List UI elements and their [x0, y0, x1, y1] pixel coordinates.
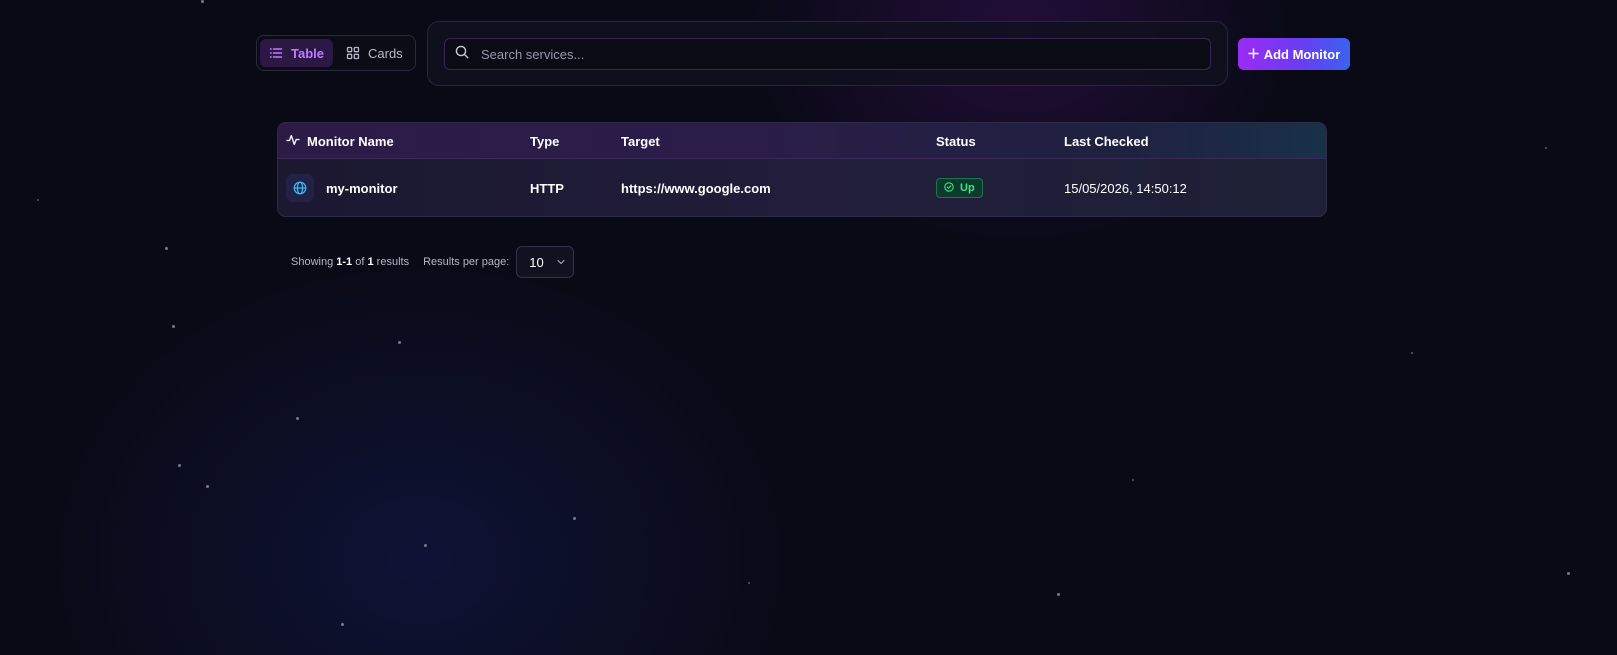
list-icon: [269, 46, 283, 60]
monitor-last-checked: 15/05/2026, 14:50:12: [1064, 180, 1187, 196]
cards-view-label: Cards: [368, 45, 403, 61]
cards-view-button[interactable]: Cards: [337, 39, 412, 67]
chevron-down-icon: [556, 255, 566, 270]
table-view-button[interactable]: Table: [260, 39, 333, 67]
globe-icon: [286, 174, 314, 202]
monitor-name-cell: my-monitor: [286, 159, 398, 216]
grid-icon: [346, 46, 360, 60]
results-word: results: [376, 256, 410, 268]
column-header-status[interactable]: Status: [936, 123, 976, 159]
search-input[interactable]: [479, 45, 1183, 63]
per-page-select[interactable]: 10: [516, 246, 575, 278]
monitor-target: https://www.google.com: [621, 180, 771, 196]
table-header: Monitor Name Type Target Status Last Che…: [278, 123, 1326, 159]
add-monitor-label: Add Monitor: [1263, 46, 1341, 62]
column-header-type[interactable]: Type: [530, 123, 559, 159]
search-panel: [427, 21, 1228, 86]
search-icon: [455, 45, 469, 64]
column-header-last-checked[interactable]: Last Checked: [1064, 123, 1149, 159]
results-range: 1-1: [336, 256, 353, 268]
results-total: 1: [367, 256, 374, 268]
plus-icon: [1247, 47, 1259, 62]
per-page-value: 10: [529, 254, 544, 270]
status-badge: Up: [936, 178, 983, 198]
results-summary: Showing 1-1 of 1 results: [291, 256, 409, 268]
of-word: of: [355, 256, 365, 268]
column-header-label: Monitor Name: [307, 133, 394, 149]
table-row[interactable]: my-monitor HTTP https://www.google.com U…: [278, 159, 1326, 216]
table-view-label: Table: [291, 45, 324, 61]
per-page-label: Results per page:: [423, 256, 510, 268]
pagination: Showing 1-1 of 1 results Results per pag…: [291, 246, 575, 278]
monitor-type: HTTP: [530, 180, 564, 196]
view-toggle: Table Cards: [256, 35, 416, 71]
check-circle-icon: [944, 181, 954, 195]
column-header-monitor-name[interactable]: Monitor Name: [286, 123, 394, 159]
monitor-name[interactable]: my-monitor: [326, 181, 398, 196]
add-monitor-button[interactable]: Add Monitor: [1238, 38, 1350, 70]
activity-icon: [286, 133, 300, 150]
monitor-status-cell: Up: [936, 159, 983, 216]
search-box: [444, 38, 1211, 70]
status-label: Up: [960, 182, 975, 194]
monitors-table: Monitor Name Type Target Status Last Che…: [277, 122, 1327, 217]
column-header-target[interactable]: Target: [621, 123, 660, 159]
showing-prefix: Showing: [291, 256, 334, 268]
